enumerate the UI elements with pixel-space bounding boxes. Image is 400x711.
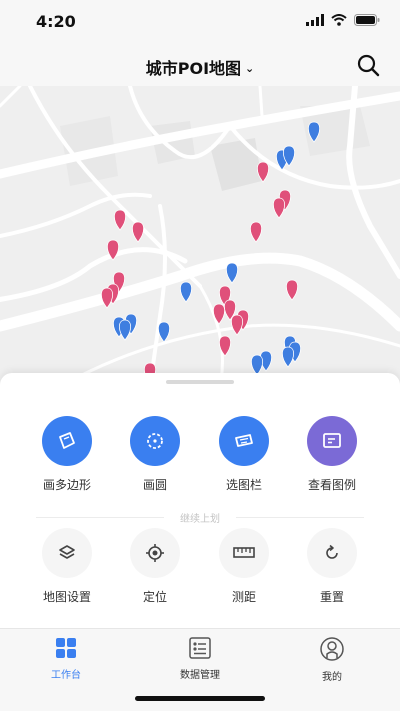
workbench-icon [56, 638, 76, 658]
tab-workbench-label: 工作台 [51, 670, 81, 681]
swipe-up-hint: 继续上划 [36, 510, 364, 525]
map-canvas[interactable] [0, 86, 400, 386]
select-layer-icon [219, 416, 269, 466]
map-settings-button[interactable]: 地图设置 [22, 528, 112, 605]
chevron-down-icon: ⌄ [245, 62, 255, 75]
locate-button[interactable]: 定位 [110, 528, 200, 605]
data-management-icon [189, 637, 211, 659]
map-settings-label: 地图设置 [42, 590, 91, 604]
tools-sheet[interactable]: 画多边形 画圆 选图栏 查看图例 继续上划 地图设置 定位 测距 重置 [0, 373, 400, 628]
locate-icon [130, 528, 180, 578]
locate-label: 定位 [142, 590, 167, 604]
measure-distance-label: 测距 [231, 590, 256, 604]
status-icons [306, 14, 380, 26]
select-layer-button[interactable]: 选图栏 [199, 416, 289, 493]
page-title: 城市POI地图 [145, 59, 242, 78]
home-indicator [135, 696, 265, 701]
draw-circle-icon [130, 416, 180, 466]
legend-label: 查看图例 [307, 478, 356, 492]
drag-handle[interactable] [166, 380, 234, 384]
tab-workbench[interactable]: 工作台 [26, 637, 106, 681]
swipe-up-text: 继续上划 [180, 514, 220, 525]
tab-data-management[interactable]: 数据管理 [160, 637, 240, 681]
status-time: 4:20 [36, 12, 76, 31]
primary-tools-row: 画多边形 画圆 选图栏 查看图例 [0, 416, 400, 506]
draw-polygon-button[interactable]: 画多边形 [22, 416, 112, 493]
battery-icon [354, 14, 380, 26]
draw-circle-label: 画圆 [142, 478, 167, 492]
search-icon[interactable] [356, 53, 380, 77]
secondary-tools-row: 地图设置 定位 测距 重置 [0, 528, 400, 618]
legend-button[interactable]: 查看图例 [287, 416, 377, 493]
layers-icon [42, 528, 92, 578]
select-layer-label: 选图栏 [225, 478, 262, 492]
tab-profile[interactable]: 我的 [292, 637, 372, 683]
signal-icon [306, 14, 324, 26]
reset-icon [307, 528, 357, 578]
wifi-icon [331, 14, 347, 26]
tab-data-management-label: 数据管理 [180, 670, 220, 681]
reset-label: 重置 [319, 590, 344, 604]
ruler-icon [219, 528, 269, 578]
draw-circle-button[interactable]: 画圆 [110, 416, 200, 493]
profile-icon [320, 637, 344, 661]
draw-polygon-label: 画多边形 [42, 478, 91, 492]
measure-distance-button[interactable]: 测距 [199, 528, 289, 605]
header: 城市POI地图 ⌄ [0, 44, 400, 86]
map-title-dropdown[interactable]: 城市POI地图 ⌄ [0, 55, 400, 79]
reset-button[interactable]: 重置 [287, 528, 377, 605]
map-view[interactable] [0, 86, 400, 386]
legend-icon [307, 416, 357, 466]
draw-polygon-icon [42, 416, 92, 466]
status-bar: 4:20 [0, 0, 400, 44]
tab-profile-label: 我的 [322, 672, 342, 683]
